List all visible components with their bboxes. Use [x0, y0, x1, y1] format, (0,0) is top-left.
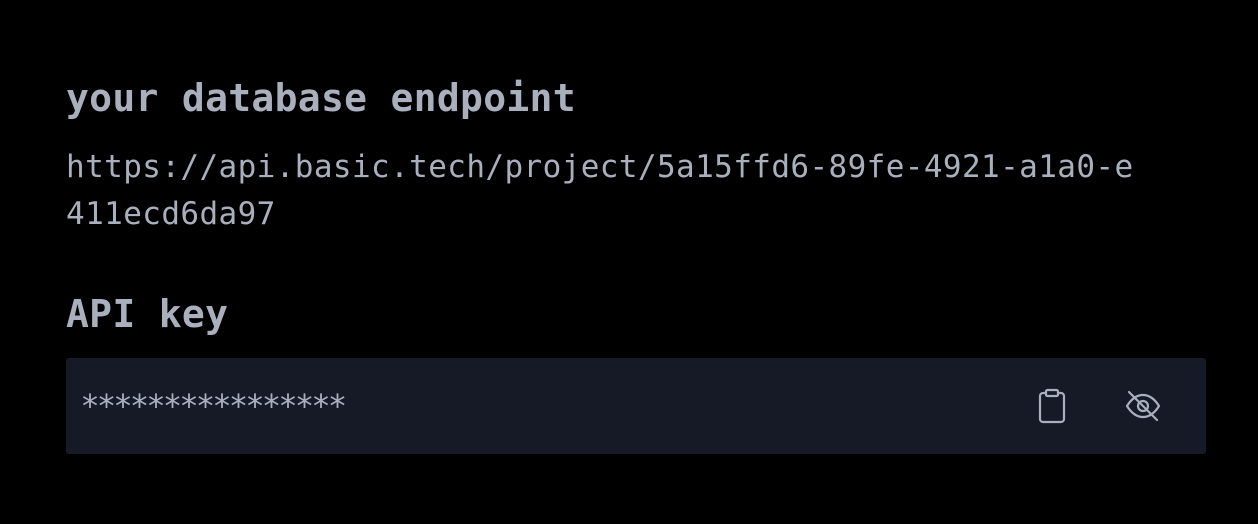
toggle-visibility-button[interactable]	[1121, 384, 1165, 428]
api-key-heading: API key	[66, 292, 229, 336]
clipboard-icon	[1038, 388, 1066, 424]
credentials-panel: your database endpoint https://api.basic…	[66, 0, 1206, 524]
api-key-field: ****************	[66, 358, 1206, 454]
endpoint-url: https://api.basic.tech/project/5a15ffd6-…	[66, 149, 1134, 232]
copy-api-key-button[interactable]	[1030, 384, 1074, 428]
endpoint-heading: your database endpoint	[66, 76, 576, 120]
api-key-masked-value: ****************	[82, 387, 346, 425]
eye-off-icon	[1125, 390, 1161, 422]
